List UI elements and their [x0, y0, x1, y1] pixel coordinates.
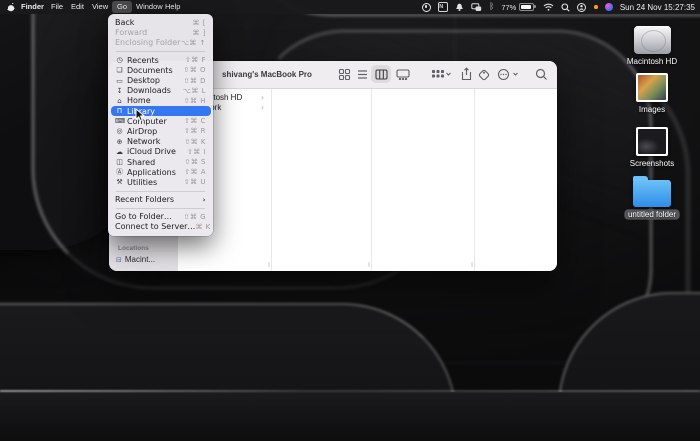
icloud-icon: ☁ — [115, 148, 124, 156]
desktop-icon-screenshots[interactable]: Screenshots — [610, 127, 694, 168]
sidebar-item-label: Macint... — [125, 255, 155, 264]
menu-item-downloads[interactable]: ↧ Downloads⌥⌘ L — [111, 86, 211, 96]
bluetooth-icon[interactable]: ᛒ — [489, 3, 494, 11]
menu-item-documents[interactable]: ❏ Documents⇧⌘ O — [111, 65, 211, 75]
menubar-item-file[interactable]: File — [51, 0, 63, 14]
more-actions-button[interactable] — [497, 68, 519, 81]
menu-item-airdrop[interactable]: ◎ AirDrop⇧⌘ R — [111, 126, 211, 136]
menubar-item-view[interactable]: View — [92, 0, 108, 14]
column-divider[interactable] — [474, 89, 475, 271]
menu-item-recents[interactable]: ◷ Recents⇧⌘ F — [111, 55, 211, 65]
menu-item-shared[interactable]: ◫ Shared⇧⌘ S — [111, 157, 211, 167]
control-center-icon[interactable] — [577, 3, 587, 12]
column-resize-handle[interactable]: ∥ — [368, 263, 373, 268]
hard-drive-icon: ⊟ — [116, 256, 122, 264]
submenu-arrow-icon: › — [203, 196, 206, 204]
desktop-icon-images[interactable]: Images — [610, 73, 694, 114]
menu-item-home[interactable]: ⌂ Home⇧⌘ H — [111, 96, 211, 106]
window-title: shivang's MacBook Pro — [222, 70, 312, 79]
network-icon: ⊕ — [115, 138, 124, 146]
home-icon: ⌂ — [115, 97, 124, 105]
screenshot-file-icon — [636, 127, 668, 156]
column-view-area: ∥ ∥ ∥ ⊟ Macintosh HD › ⊕ Network › — [178, 89, 557, 271]
battery-percent: 77% — [501, 3, 516, 12]
column-divider[interactable] — [371, 89, 372, 271]
orange-status-dot — [594, 5, 598, 9]
chevron-right-icon: › — [258, 93, 267, 102]
menu-item-enclosing-folder: Enclosing Folder⌥⌘ ↑ — [111, 38, 211, 48]
computer-icon: ⌨ — [115, 117, 124, 125]
menu-item-recent-folders[interactable]: Recent Folders › — [111, 195, 211, 205]
column-view-button[interactable] — [375, 69, 388, 80]
menu-item-icloud-drive[interactable]: ☁ iCloud Drive⇧⌘ I — [111, 147, 211, 157]
menu-item-connect-to-server[interactable]: Connect to Server…⌘ K — [111, 222, 211, 232]
record-status-icon[interactable] — [422, 3, 431, 12]
desktop-icon: ▭ — [115, 77, 124, 85]
desktop-icon-label: Screenshots — [627, 159, 677, 168]
chevron-right-icon: › — [258, 103, 267, 112]
menu-item-desktop[interactable]: ▭ Desktop⇧⌘ D — [111, 75, 211, 85]
menubar-item-go-active[interactable]: Go — [112, 1, 132, 13]
column-divider[interactable] — [271, 89, 272, 271]
menubar-item-edit[interactable]: Edit — [71, 0, 84, 14]
menu-item-utilities[interactable]: ⚒ Utilities⇧⌘ U — [111, 177, 211, 187]
column-resize-handle[interactable]: ∥ — [471, 263, 476, 268]
mouse-cursor — [135, 108, 146, 123]
menu-item-applications[interactable]: Ⓐ Applications⇧⌘ A — [111, 167, 211, 177]
search-icon[interactable] — [535, 68, 548, 81]
menu-item-library[interactable]: Π Library — [111, 106, 211, 116]
app-n-icon[interactable]: N — [438, 2, 448, 12]
library-icon: Π — [115, 107, 124, 115]
utilities-icon: ⚒ — [115, 178, 124, 186]
desktop-icon-macintosh-hd[interactable]: Macintosh HD — [610, 26, 694, 66]
tag-button[interactable] — [477, 68, 491, 82]
menubar-item-window[interactable]: Window — [136, 0, 163, 14]
finder-toolbar: shivang's MacBook Pro — [178, 61, 557, 89]
desktop-icon-untitled-folder[interactable]: untitled folder — [610, 175, 694, 219]
icon-view-button[interactable] — [338, 68, 351, 81]
share-button[interactable] — [461, 67, 472, 81]
desktop-icon-label-selected: untitled folder — [625, 210, 679, 219]
go-dropdown-menu: Back⌘ [ Forward⌘ ] Enclosing Folder⌥⌘ ↑ … — [108, 14, 213, 236]
menu-item-go-to-folder[interactable]: Go to Folder…⇧⌘ G — [111, 212, 211, 222]
hard-drive-icon — [634, 26, 671, 54]
gallery-view-button[interactable] — [396, 69, 410, 80]
airdrop-icon: ◎ — [115, 127, 124, 135]
macos-desktop: { "menu_bar": { "items": [ {"label": "Fi… — [0, 0, 700, 441]
image-file-icon — [636, 73, 668, 102]
apple-menu[interactable] — [7, 3, 15, 17]
menu-separator — [116, 191, 205, 192]
spotlight-search-icon[interactable] — [561, 3, 570, 12]
menubar-clock[interactable]: Sun 24 Nov 15:27:35 — [620, 3, 695, 12]
menu-separator — [116, 51, 205, 52]
wifi-icon[interactable] — [543, 3, 554, 11]
menu-item-forward: Forward⌘ ] — [111, 28, 211, 38]
menubar-item-finder[interactable]: Finder — [21, 0, 44, 14]
desktop-icon-label: Images — [636, 105, 668, 114]
menu-bar: Finder File Edit View Go Window Help N ᛒ… — [0, 0, 700, 14]
menu-item-computer[interactable]: ⌨ Computer⇧⌘ C — [111, 116, 211, 126]
menubar-item-help[interactable]: Help — [165, 0, 180, 14]
folder-icon — [633, 180, 671, 207]
document-icon: ❏ — [115, 66, 124, 74]
column-resize-handle[interactable]: ∥ — [268, 263, 273, 268]
battery-icon[interactable] — [519, 3, 534, 12]
siri-orb-icon[interactable] — [605, 3, 613, 11]
display-mirroring-icon[interactable] — [471, 3, 482, 12]
shared-folder-icon: ◫ — [115, 158, 124, 166]
status-tray: N ᛒ 77% — [422, 0, 695, 14]
desktop-icon-label: Macintosh HD — [624, 57, 680, 66]
sidebar-item-macintosh-hd[interactable]: ⊟ Macint... — [116, 255, 155, 264]
applications-icon: Ⓐ — [115, 167, 124, 177]
downloads-icon: ↧ — [115, 87, 124, 95]
menu-item-back[interactable]: Back⌘ [ — [111, 18, 211, 28]
menu-separator — [116, 208, 205, 209]
list-view-button[interactable] — [356, 68, 369, 81]
group-by-button[interactable] — [431, 68, 452, 81]
clock-icon: ◷ — [115, 56, 124, 64]
menu-item-network[interactable]: ⊕ Network⇧⌘ K — [111, 137, 211, 147]
sidebar-section-locations: Locations — [118, 245, 149, 252]
notification-bell-icon[interactable] — [455, 3, 464, 12]
